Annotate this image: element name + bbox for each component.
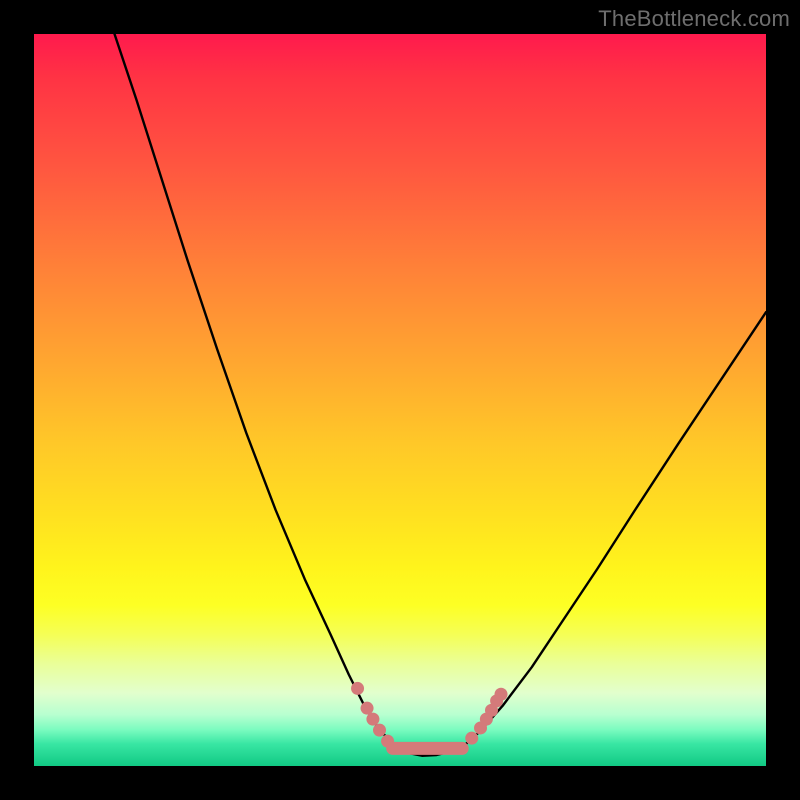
marker-dot bbox=[373, 724, 386, 737]
marker-dot bbox=[465, 732, 478, 745]
chart-svg bbox=[34, 34, 766, 766]
bottleneck-curve bbox=[115, 34, 766, 756]
plot-area bbox=[34, 34, 766, 766]
marker-dot bbox=[361, 702, 374, 715]
watermark-text: TheBottleneck.com bbox=[598, 6, 790, 32]
marker-dot bbox=[351, 682, 364, 695]
marker-dot bbox=[366, 713, 379, 726]
marker-dot bbox=[495, 688, 508, 701]
optimal-markers-left bbox=[351, 682, 394, 748]
optimal-markers-right bbox=[465, 688, 507, 745]
curve-group bbox=[115, 34, 766, 756]
marker-dot bbox=[381, 735, 394, 748]
chart-frame: TheBottleneck.com bbox=[0, 0, 800, 800]
